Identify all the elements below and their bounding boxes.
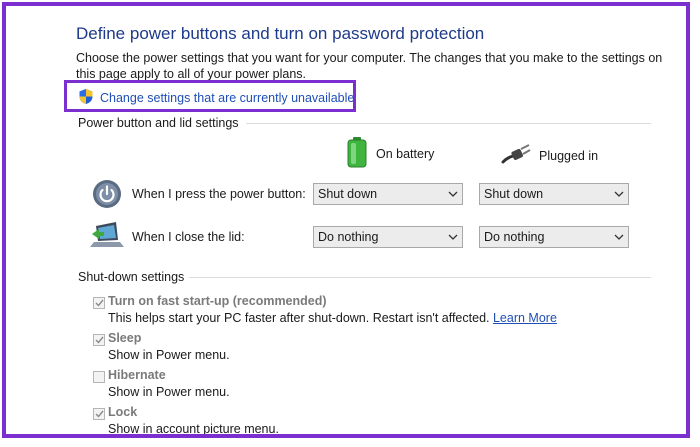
lock-description: Show in account picture menu. (108, 422, 279, 436)
lock-checkbox[interactable] (93, 408, 105, 420)
power-button-row-label: When I press the power button: (132, 187, 306, 201)
shield-icon (78, 88, 94, 108)
sleep-checkbox[interactable] (93, 334, 105, 346)
checkmark-icon (95, 410, 104, 418)
window-frame: Define power buttons and turn on passwor… (2, 2, 690, 438)
power-section-label: Power button and lid settings (78, 116, 239, 130)
checkmark-icon (95, 299, 104, 307)
select-value: Do nothing (484, 230, 545, 244)
hibernate-description: Show in Power menu. (108, 385, 230, 399)
fast-startup-description: This helps start your PC faster after sh… (108, 311, 557, 325)
change-settings-link[interactable]: Change settings that are currently unava… (78, 88, 354, 108)
change-settings-label: Change settings that are currently unava… (100, 91, 355, 105)
plug-icon (501, 144, 531, 167)
lid-row-label: When I close the lid: (132, 230, 245, 244)
learn-more-link[interactable]: Learn More (493, 311, 557, 325)
sleep-label: Sleep (108, 331, 142, 345)
hibernate-checkbox[interactable] (93, 371, 105, 383)
laptop-lid-icon (90, 220, 126, 255)
plugged-column-header: Plugged in (501, 144, 598, 167)
select-value: Do nothing (318, 230, 379, 244)
fast-startup-desc-text: This helps start your PC faster after sh… (108, 311, 490, 325)
power-button-icon (92, 179, 122, 214)
checkmark-icon (95, 336, 104, 344)
select-value: Shut down (318, 187, 378, 201)
select-value: Shut down (484, 187, 544, 201)
power-button-battery-select[interactable]: Shut down (313, 183, 463, 205)
lock-label: Lock (108, 405, 138, 419)
battery-column-header: On battery (346, 136, 434, 171)
lid-battery-select[interactable]: Do nothing (313, 226, 463, 248)
lid-plugged-select[interactable]: Do nothing (479, 226, 629, 248)
shutdown-section-label: Shut-down settings (78, 270, 185, 284)
section-divider (189, 277, 651, 278)
page-title: Define power buttons and turn on passwor… (76, 24, 485, 43)
battery-icon (346, 136, 368, 171)
plugged-column-label: Plugged in (539, 148, 599, 163)
hibernate-label: Hibernate (108, 368, 166, 382)
chevron-down-icon (610, 234, 628, 240)
battery-column-label: On battery (376, 146, 435, 161)
chevron-down-icon (444, 191, 462, 197)
chevron-down-icon (610, 191, 628, 197)
page-description: Choose the power settings that you want … (76, 51, 663, 81)
fast-startup-label: Turn on fast start-up (recommended) (108, 294, 327, 308)
fast-startup-checkbox[interactable] (93, 297, 105, 309)
section-divider (246, 123, 651, 124)
sleep-description: Show in Power menu. (108, 348, 230, 362)
chevron-down-icon (444, 234, 462, 240)
power-button-plugged-select[interactable]: Shut down (479, 183, 629, 205)
